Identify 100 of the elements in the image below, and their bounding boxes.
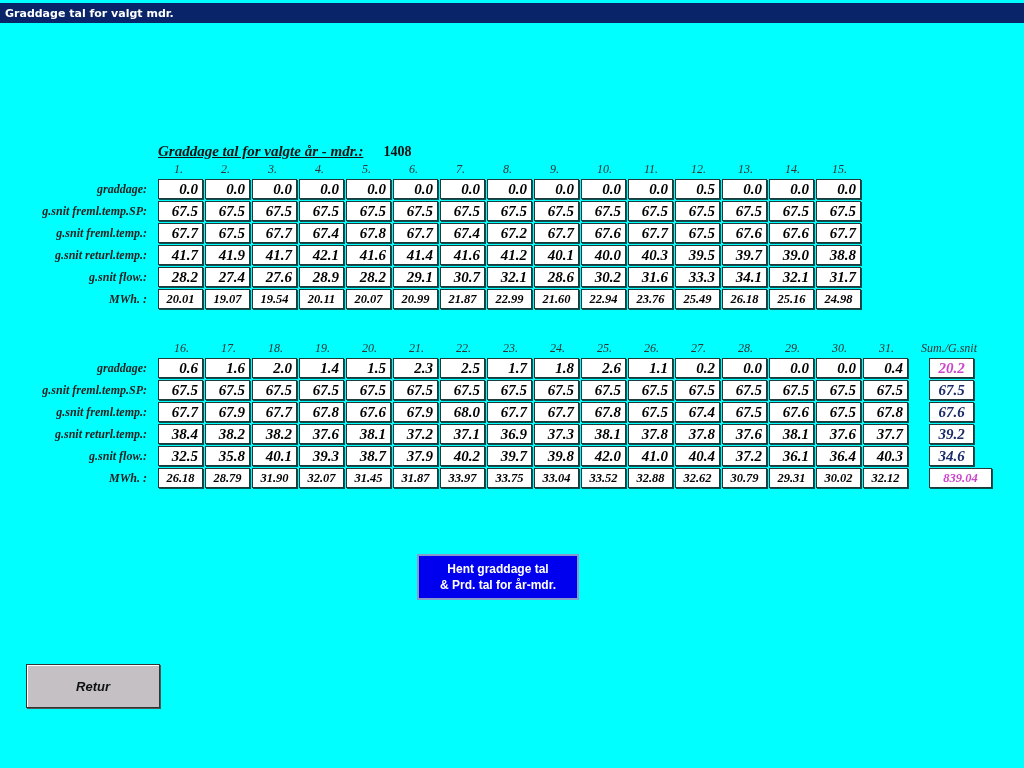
value-cell: 67.7 <box>487 402 532 422</box>
summary-cell: 839.04 <box>929 468 992 488</box>
value-cell: 37.6 <box>299 424 344 444</box>
value-cell: 0.0 <box>816 358 861 378</box>
row-label: g.snit freml.temp.SP: <box>41 382 148 398</box>
value-cell: 0.0 <box>346 179 391 199</box>
value-cell: 37.9 <box>393 446 438 466</box>
value-cell: 67.5 <box>581 201 626 221</box>
value-cell: 39.0 <box>769 245 814 265</box>
value-cell: 67.5 <box>393 380 438 400</box>
value-cell: 67.8 <box>299 402 344 422</box>
value-cell: 67.5 <box>346 380 391 400</box>
value-cell: 26.18 <box>722 289 767 309</box>
value-cell: 2.5 <box>440 358 485 378</box>
value-cell: 41.4 <box>393 245 438 265</box>
value-cell: 0.0 <box>816 179 861 199</box>
value-cell: 67.6 <box>769 223 814 243</box>
value-cell: 1.8 <box>534 358 579 378</box>
value-cell: 67.5 <box>581 380 626 400</box>
row-label: g.snit freml.temp.SP: <box>41 203 148 219</box>
value-cell: 67.5 <box>628 380 673 400</box>
value-cell: 26.18 <box>158 468 203 488</box>
heading-label: Graddage tal for valgte år - mdr.: <box>158 143 364 160</box>
day-header: 23. <box>502 341 519 356</box>
value-cell: 33.52 <box>581 468 626 488</box>
day-header: 18. <box>267 341 284 356</box>
value-cell: 0.0 <box>722 179 767 199</box>
day-header: 11. <box>643 162 660 177</box>
value-cell: 27.6 <box>252 267 297 287</box>
value-cell: 40.0 <box>581 245 626 265</box>
value-cell: 0.0 <box>440 179 485 199</box>
value-cell: 67.6 <box>346 402 391 422</box>
value-cell: 0.0 <box>769 179 814 199</box>
value-cell: 32.07 <box>299 468 344 488</box>
day-header: 10. <box>596 162 613 177</box>
value-cell: 0.0 <box>205 179 250 199</box>
value-cell: 19.07 <box>205 289 250 309</box>
row-label: g.snit freml.temp.: <box>55 225 148 241</box>
value-cell: 67.5 <box>534 380 579 400</box>
value-cell: 37.7 <box>863 424 908 444</box>
value-cell: 31.87 <box>393 468 438 488</box>
value-cell: 2.0 <box>252 358 297 378</box>
value-cell: 67.5 <box>205 201 250 221</box>
value-cell: 21.87 <box>440 289 485 309</box>
row-label: g.snit returl.temp.: <box>54 426 148 442</box>
value-cell: 67.4 <box>440 223 485 243</box>
day-header: 27. <box>690 341 707 356</box>
value-cell: 67.5 <box>628 402 673 422</box>
value-cell: 68.0 <box>440 402 485 422</box>
value-cell: 28.2 <box>158 267 203 287</box>
value-cell: 28.9 <box>299 267 344 287</box>
value-cell: 37.6 <box>722 424 767 444</box>
value-cell: 40.1 <box>534 245 579 265</box>
value-cell: 67.5 <box>722 201 767 221</box>
value-cell: 28.2 <box>346 267 391 287</box>
value-cell: 0.0 <box>722 358 767 378</box>
value-cell: 37.6 <box>816 424 861 444</box>
value-cell: 38.1 <box>581 424 626 444</box>
value-cell: 67.5 <box>816 402 861 422</box>
value-cell: 40.3 <box>863 446 908 466</box>
row-label: graddage: <box>96 181 148 197</box>
value-cell: 67.5 <box>205 223 250 243</box>
value-cell: 39.7 <box>722 245 767 265</box>
row-label: MWh. : <box>108 291 148 307</box>
value-cell: 0.4 <box>863 358 908 378</box>
summary-cell: 67.6 <box>929 402 974 422</box>
value-cell: 41.7 <box>158 245 203 265</box>
value-cell: 37.3 <box>534 424 579 444</box>
value-cell: 67.8 <box>581 402 626 422</box>
value-cell: 67.7 <box>393 223 438 243</box>
day-header: 14. <box>784 162 801 177</box>
value-cell: 32.12 <box>863 468 908 488</box>
value-cell: 67.5 <box>487 380 532 400</box>
value-cell: 40.4 <box>675 446 720 466</box>
day-header: 22. <box>455 341 472 356</box>
summary-cell: 39.2 <box>929 424 974 444</box>
value-cell: 33.97 <box>440 468 485 488</box>
value-cell: 0.0 <box>158 179 203 199</box>
value-cell: 67.5 <box>299 201 344 221</box>
day-header: 5. <box>361 162 372 177</box>
value-cell: 25.16 <box>769 289 814 309</box>
value-cell: 37.1 <box>440 424 485 444</box>
value-cell: 38.8 <box>816 245 861 265</box>
row-label: g.snit returl.temp.: <box>54 247 148 263</box>
value-cell: 37.2 <box>393 424 438 444</box>
value-cell: 31.90 <box>252 468 297 488</box>
value-cell: 32.1 <box>487 267 532 287</box>
value-cell: 67.8 <box>346 223 391 243</box>
fetch-data-button[interactable]: Hent graddage tal & Prd. tal for år-mdr. <box>417 554 579 600</box>
day-header: 30. <box>831 341 848 356</box>
summary-header: Sum./G.snit <box>921 341 977 356</box>
value-cell: 67.5 <box>769 380 814 400</box>
value-cell: 36.9 <box>487 424 532 444</box>
value-cell: 67.2 <box>487 223 532 243</box>
return-button[interactable]: Retur <box>26 664 160 708</box>
day-header: 2. <box>220 162 231 177</box>
day-header: 4. <box>314 162 325 177</box>
value-cell: 40.2 <box>440 446 485 466</box>
value-cell: 1.5 <box>346 358 391 378</box>
value-cell: 28.6 <box>534 267 579 287</box>
